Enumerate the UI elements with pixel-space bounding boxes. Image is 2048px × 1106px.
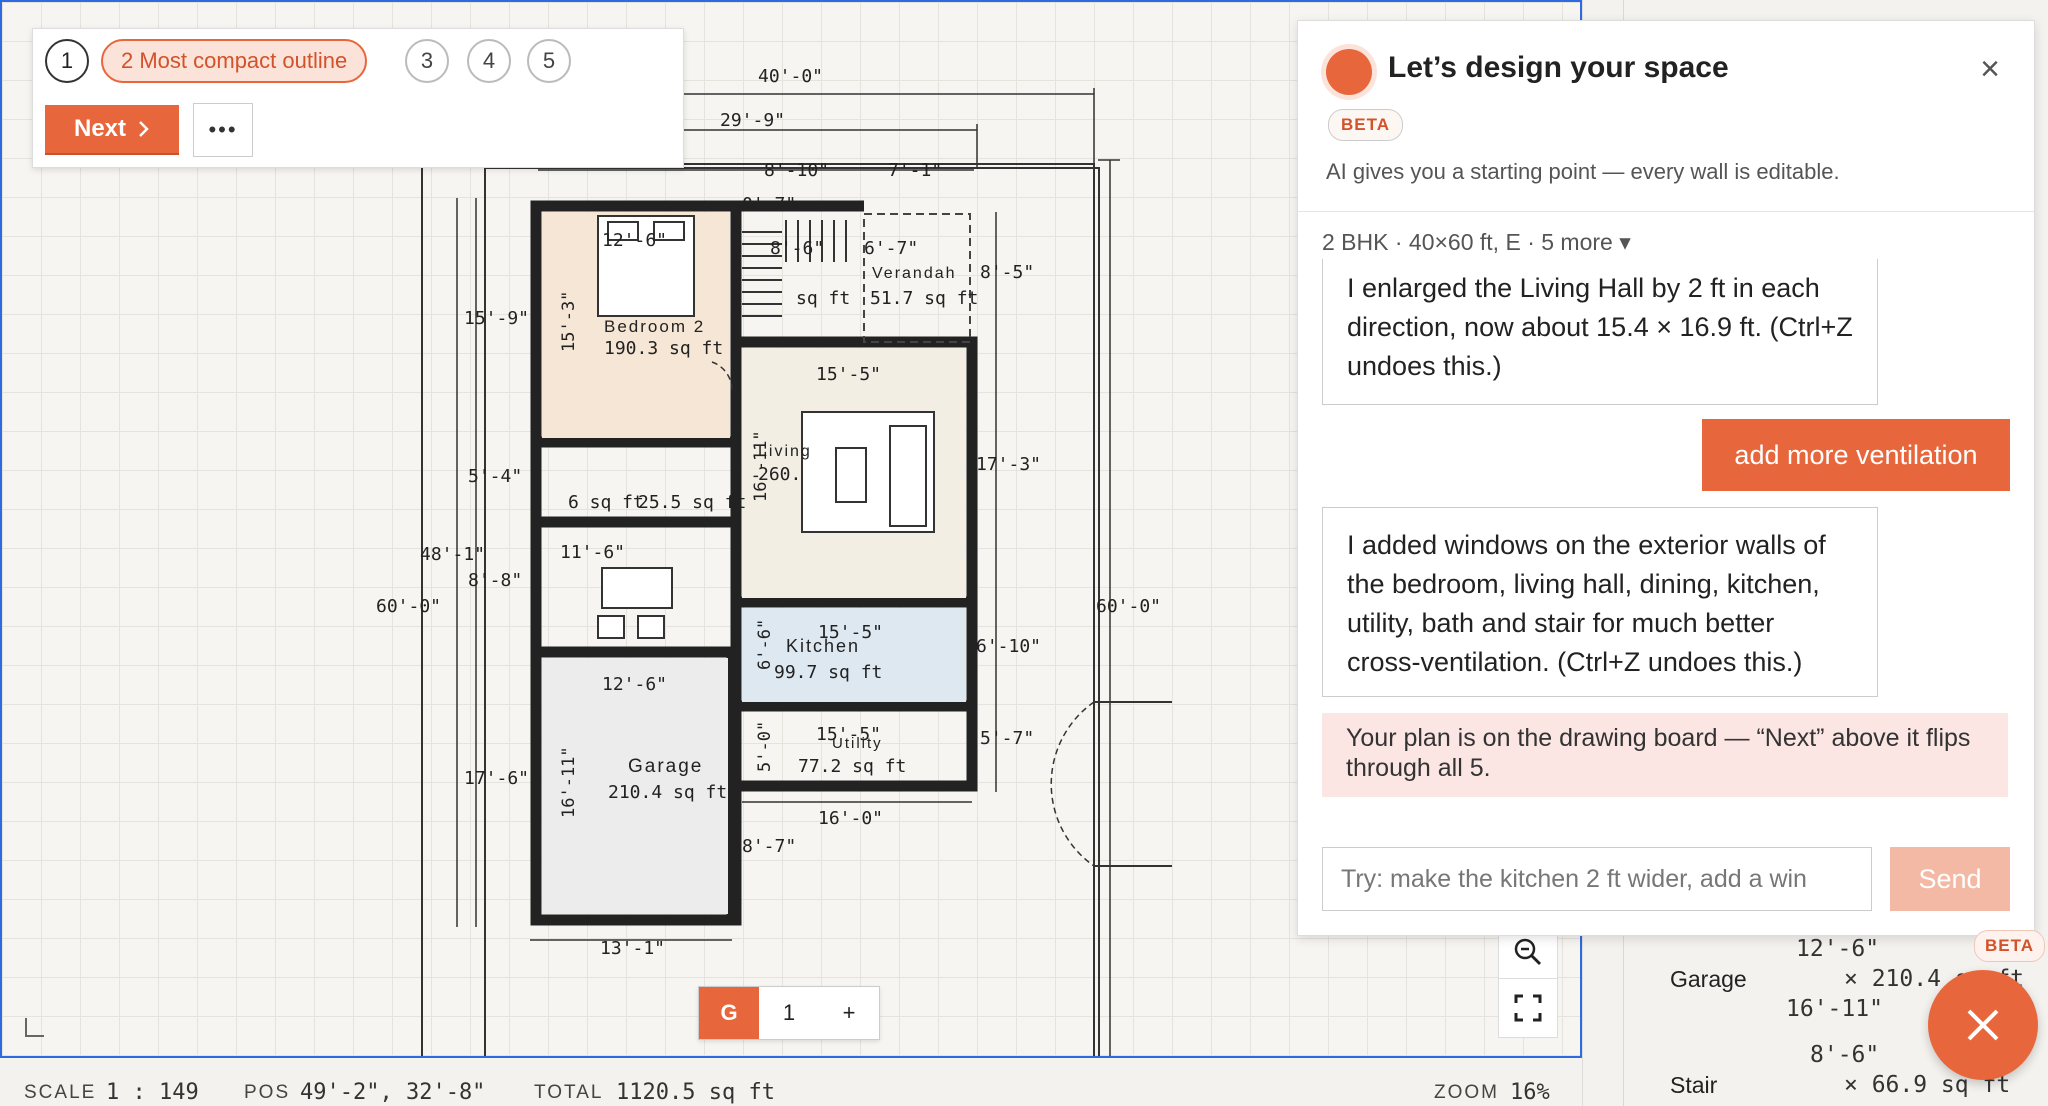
add-floor-button[interactable]: +: [819, 987, 879, 1039]
next-label: Next: [73, 115, 127, 142]
info-notice: Your plan is on the drawing board — “Nex…: [1322, 713, 2008, 797]
zoom-label: ZOOM: [1434, 1082, 1499, 1103]
stair-dim-a: 8'-6": [1810, 1042, 1880, 1068]
total-area: 1120.5 sq ft: [616, 1080, 775, 1105]
dim-bottom-b: 16'-0": [818, 808, 883, 829]
bedroom-height: 15'-3": [559, 291, 579, 352]
dim-top-mid: 29'-9": [720, 110, 785, 131]
chevron-right-icon: [139, 121, 149, 137]
user-message: add more ventilation: [1702, 419, 2010, 491]
living-width: 15'-5": [816, 364, 881, 385]
bedroom-area: 190.3 sq ft: [604, 338, 723, 359]
bedroom-width: 12'-6": [602, 230, 667, 251]
dim-left-total: 60'-0": [376, 596, 441, 617]
utility-height: 5'-0": [755, 721, 775, 772]
dim-top-outer: 40'-0": [758, 66, 823, 87]
close-assistant-button[interactable]: [1928, 970, 2038, 1080]
next-button[interactable]: Next: [45, 105, 179, 153]
dining-width: 11'-6": [560, 542, 625, 563]
beta-badge: BETA: [1328, 109, 1404, 141]
dim-right-c: 6'-10": [976, 636, 1041, 657]
garage-area: 210.4 sq ft: [608, 782, 727, 803]
bath-area: 6 sq ft: [568, 492, 644, 513]
kitchen-area: 99.7 sq ft: [774, 662, 882, 683]
step-3-button[interactable]: 3: [405, 39, 449, 83]
assistant-message: I enlarged the Living Hall by 2 ft in ea…: [1322, 259, 1878, 405]
dim-left-b: 5'-4": [468, 466, 522, 487]
bedroom-name: Bedroom 2: [604, 317, 705, 336]
room-list-garage[interactable]: Garage: [1670, 966, 1747, 993]
kitchen-height: 6'-6": [755, 619, 775, 670]
pooja-area: 25.5 sq ft: [638, 492, 746, 513]
close-icon[interactable]: ×: [1968, 47, 2012, 91]
floor-tabs: G 1 +: [698, 986, 880, 1040]
scale-value: 1 : 149: [106, 1080, 199, 1105]
chat-title: Let’s design your space: [1388, 51, 1729, 84]
chat-subtitle: AI gives you a starting point — every wa…: [1326, 159, 1840, 184]
pos-label: POS: [244, 1082, 291, 1103]
stair-area: sq ft: [796, 288, 850, 309]
dim-right-b: 17'-3": [976, 454, 1041, 475]
dim-left-a: 15'-9": [464, 308, 529, 329]
stair-width: 8'-6": [770, 238, 824, 259]
dim-bottom-a: 13'-1": [600, 938, 665, 959]
dim-top-a: 8'-10": [764, 160, 829, 181]
zoom-out-icon: [1514, 938, 1542, 966]
fab-beta-badge: BETA: [1974, 930, 2046, 962]
garage-name: Garage: [628, 756, 703, 777]
dim-top-b: 7'-1": [888, 160, 942, 181]
chat-input[interactable]: [1322, 847, 1872, 911]
more-options-button[interactable]: •••: [193, 103, 253, 157]
chat-header: Let’s design your space × BETA AI gives …: [1298, 21, 2034, 212]
utility-area: 77.2 sq ft: [798, 756, 906, 777]
step-2-button[interactable]: 2 Most compact outline: [101, 39, 368, 83]
living-height: 16'-11": [751, 430, 771, 502]
status-bar: SCALE 1 : 149 POS 49'-2", 32'-8" TOTAL 1…: [0, 1058, 1582, 1106]
dim-garage-side: 8'-7": [742, 836, 796, 857]
fit-to-screen-button[interactable]: [1498, 978, 1558, 1038]
scale-label: SCALE: [24, 1082, 97, 1103]
dim-stair-top: 0'-7": [742, 194, 796, 215]
floor-tab-1[interactable]: 1: [759, 987, 819, 1039]
zoom-value: 16%: [1510, 1080, 1550, 1105]
garage-width: 12'-6": [602, 674, 667, 695]
send-button[interactable]: Send: [1890, 847, 2010, 911]
kitchen-name: Kitchen: [786, 636, 860, 656]
step-5-button[interactable]: 5: [527, 39, 571, 83]
floor-tab-ground[interactable]: G: [699, 987, 759, 1039]
room-list-stair[interactable]: Stair: [1670, 1072, 1717, 1099]
dim-right-total: 60'-0": [1096, 596, 1161, 617]
step-1-button[interactable]: 1: [45, 39, 89, 83]
dim-right-a: 8'-5": [980, 262, 1034, 283]
garage-dim-b: 16'-11": [1786, 996, 1883, 1022]
verandah-area: 51.7 sq ft: [870, 288, 978, 309]
assistant-message: I added windows on the exterior walls of…: [1322, 507, 1878, 697]
utility-name: Utility: [832, 735, 883, 752]
dim-left-c: 48'-1": [420, 544, 485, 565]
dim-right-d: 5'-7": [980, 728, 1034, 749]
verandah-name: Verandah: [872, 265, 957, 282]
dining-table-icon: [601, 567, 673, 609]
dim-left-d: 8'-8": [468, 570, 522, 591]
garage-height: 16'-11": [559, 746, 579, 818]
total-label: TOTAL: [534, 1082, 604, 1103]
step-4-button[interactable]: 4: [467, 39, 511, 83]
fullscreen-icon: [1514, 994, 1542, 1022]
outline-stepper: 1 2 Most compact outline 3 4 5 Next •••: [32, 28, 684, 168]
ai-design-panel: Let’s design your space × BETA AI gives …: [1297, 20, 2035, 936]
dim-left-e: 17'-6": [464, 768, 529, 789]
pos-value: 49'-2", 32'-8": [300, 1080, 486, 1105]
plan-summary-dropdown[interactable]: 2 BHK · 40×60 ft, E · 5 more ▾: [1322, 229, 1631, 256]
assistant-avatar: [1326, 49, 1372, 95]
garage-dim-a: 12'-6": [1796, 936, 1880, 962]
close-icon: [1967, 1009, 1999, 1041]
verandah-width: 6'-7": [864, 238, 918, 259]
